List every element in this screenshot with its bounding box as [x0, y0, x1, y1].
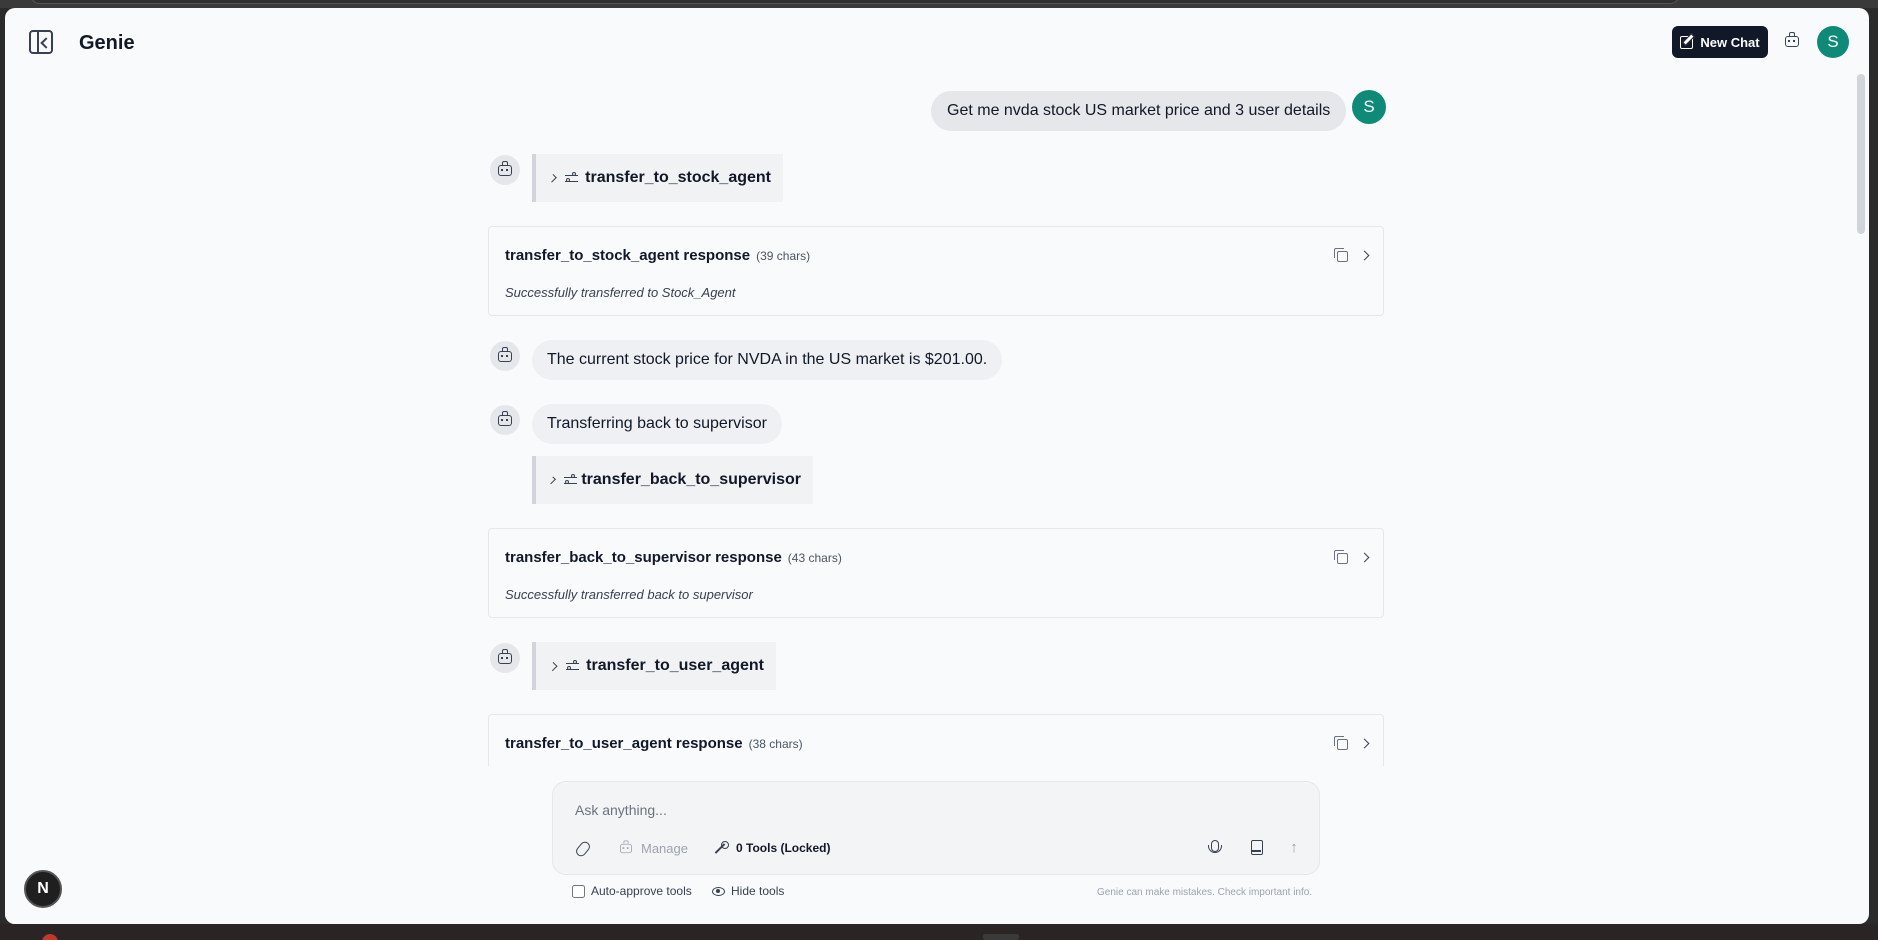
response-char-count: (43 chars) [787, 551, 842, 565]
assistant-avatar [490, 405, 520, 435]
taskbar-edge [0, 924, 1878, 940]
user-avatar-header[interactable]: S [1817, 26, 1849, 58]
manage-agents-button[interactable]: Manage [619, 840, 688, 856]
tools-button[interactable]: 0 Tools (Locked) [714, 841, 830, 855]
wrench-icon [714, 841, 729, 855]
response-char-count: (39 chars) [756, 249, 811, 263]
sliders-icon [564, 474, 578, 486]
sidebar-toggle-icon[interactable] [29, 30, 53, 54]
response-char-count: (38 chars) [748, 737, 803, 751]
auto-approve-checkbox[interactable] [572, 884, 585, 898]
auto-approve-toggle[interactable]: Auto-approve tools [572, 884, 692, 898]
disclaimer-text: Genie can make mistakes. Check important… [1097, 887, 1313, 898]
eye-icon [712, 886, 725, 896]
edit-icon [1680, 35, 1694, 49]
tool-response-card: transfer_to_stock_agent response (39 char… [488, 226, 1384, 316]
assistant-avatar [490, 341, 520, 371]
tool-call-transfer-back-to-supervisor[interactable]: transfer_back_to_supervisor [532, 456, 813, 504]
chevron-right-icon[interactable] [1359, 738, 1370, 749]
assistant-message: Transferring back to supervisor [532, 404, 782, 444]
agent-icon-button[interactable] [1785, 32, 1799, 52]
user-avatar: S [1352, 90, 1386, 124]
new-chat-label: New Chat [1700, 34, 1760, 50]
assistant-avatar [490, 155, 520, 185]
robot-icon [498, 648, 512, 664]
copy-icon[interactable] [1334, 248, 1348, 262]
tool-call-name: transfer_to_user_agent [586, 657, 764, 674]
robot-icon [620, 840, 632, 854]
dev-tools-badge[interactable]: N [24, 870, 62, 908]
chevron-right-icon[interactable] [1359, 250, 1370, 261]
scrollbar-thumb[interactable] [1857, 74, 1865, 234]
copy-icon[interactable] [1334, 550, 1348, 564]
response-title: transfer_back_to_supervisor response (43 … [505, 549, 842, 566]
user-message: Get me nvda stock US market price and 3 … [931, 91, 1347, 131]
copy-icon[interactable] [1334, 736, 1348, 750]
tool-call-name: transfer_to_stock_agent [585, 169, 771, 186]
tool-call-transfer-to-user-agent[interactable]: transfer_to_user_agent [532, 642, 776, 690]
app-window: Genie New Chat S Get me nvda stock US ma… [5, 8, 1869, 924]
chevron-right-icon [548, 661, 558, 671]
send-arrow-icon[interactable]: ↑ [1283, 836, 1305, 858]
tool-call-name: transfer_back_to_supervisor [581, 471, 801, 488]
robot-icon [498, 410, 512, 426]
sliders-icon [565, 172, 579, 184]
response-title-text: transfer_to_user_agent response [505, 735, 743, 752]
response-title: transfer_to_user_agent response (38 chars… [505, 735, 803, 752]
response-title: transfer_to_stock_agent response (39 char… [505, 247, 810, 264]
chevron-right-icon [548, 173, 558, 183]
chevron-right-icon[interactable] [1359, 552, 1370, 563]
chevron-right-icon [548, 476, 557, 484]
app-title: Genie [79, 32, 135, 54]
sliders-icon [565, 660, 580, 672]
robot-icon [498, 346, 512, 362]
response-title-text: transfer_back_to_supervisor response [505, 549, 782, 566]
new-chat-button[interactable]: New Chat [1672, 26, 1768, 58]
hide-tools-button[interactable]: Hide tools [712, 884, 784, 898]
assistant-avatar [490, 643, 520, 673]
browser-top-edge [0, 0, 1878, 8]
chat-input[interactable] [575, 800, 1175, 820]
tool-response-card: transfer_back_to_supervisor response (43 … [488, 528, 1384, 618]
composer: Manage 0 Tools (Locked) ↑ [552, 781, 1320, 875]
response-title-text: transfer_to_stock_agent response [505, 247, 751, 264]
tools-label: 0 Tools (Locked) [736, 841, 831, 855]
app-header: Genie New Chat S [5, 8, 1869, 76]
robot-icon [498, 160, 512, 176]
response-body: Successfully transferred back to supervi… [505, 587, 753, 602]
robot-icon [1785, 32, 1799, 47]
hide-tools-label: Hide tools [731, 884, 785, 898]
manage-label: Manage [641, 841, 688, 856]
tool-call-transfer-to-stock-agent[interactable]: transfer_to_stock_agent [532, 154, 783, 202]
auto-approve-label: Auto-approve tools [591, 884, 692, 898]
microphone-icon[interactable] [1208, 840, 1222, 853]
assistant-message: The current stock price for NVDA in the … [532, 340, 1003, 380]
paperclip-icon[interactable] [574, 839, 592, 859]
response-body: Successfully transferred to Stock_Agent [505, 285, 736, 300]
book-icon[interactable] [1251, 840, 1263, 855]
